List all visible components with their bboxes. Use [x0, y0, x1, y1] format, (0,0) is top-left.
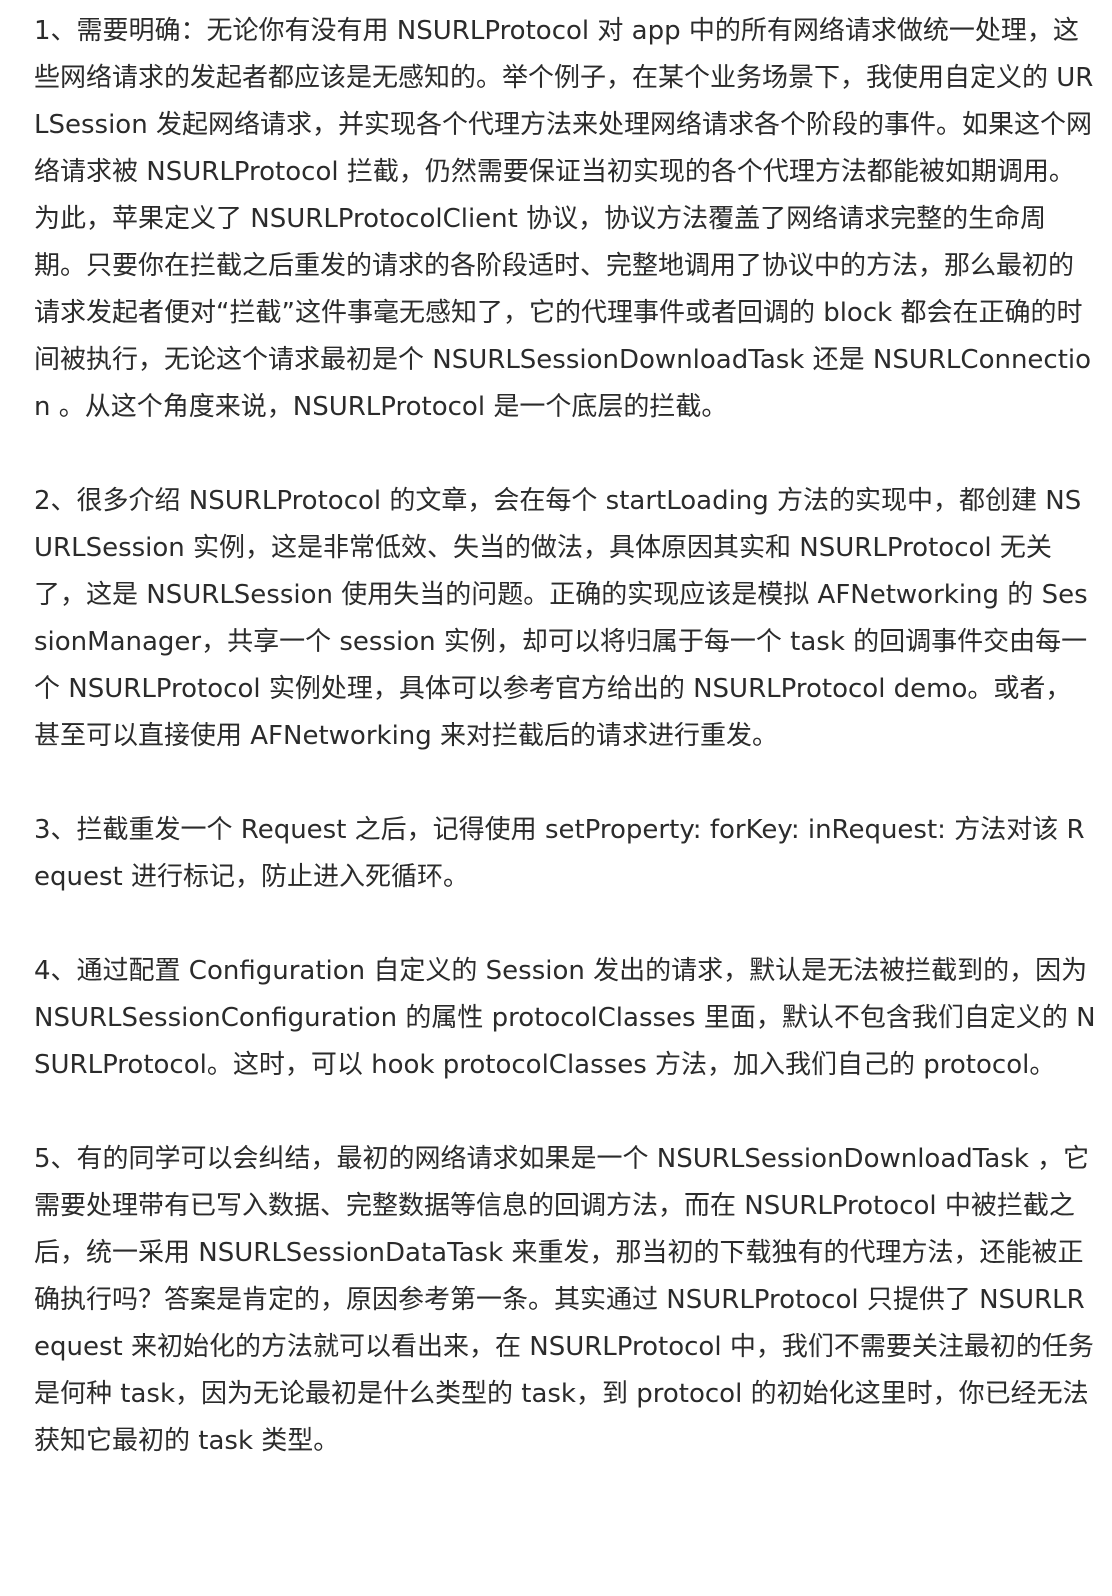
paragraph-2: 2、很多介绍 NSURLProtocol 的文章，会在每个 startLoadi…: [34, 486, 1088, 751]
paragraph-5: 5、有的同学可以会纠结，最初的网络请求如果是一个 NSURLSessionDow…: [34, 1144, 1094, 1456]
paragraph-4: 4、通过配置 Configuration 自定义的 Session 发出的请求，…: [34, 956, 1096, 1080]
paragraph-3: 3、拦截重发一个 Request 之后，记得使用 setProperty: fo…: [34, 815, 1085, 892]
article-body: 1、需要明确：无论你有没有用 NSURLProtocol 对 app 中的所有网…: [34, 8, 1096, 1465]
paragraph-1: 1、需要明确：无论你有没有用 NSURLProtocol 对 app 中的所有网…: [34, 16, 1094, 422]
